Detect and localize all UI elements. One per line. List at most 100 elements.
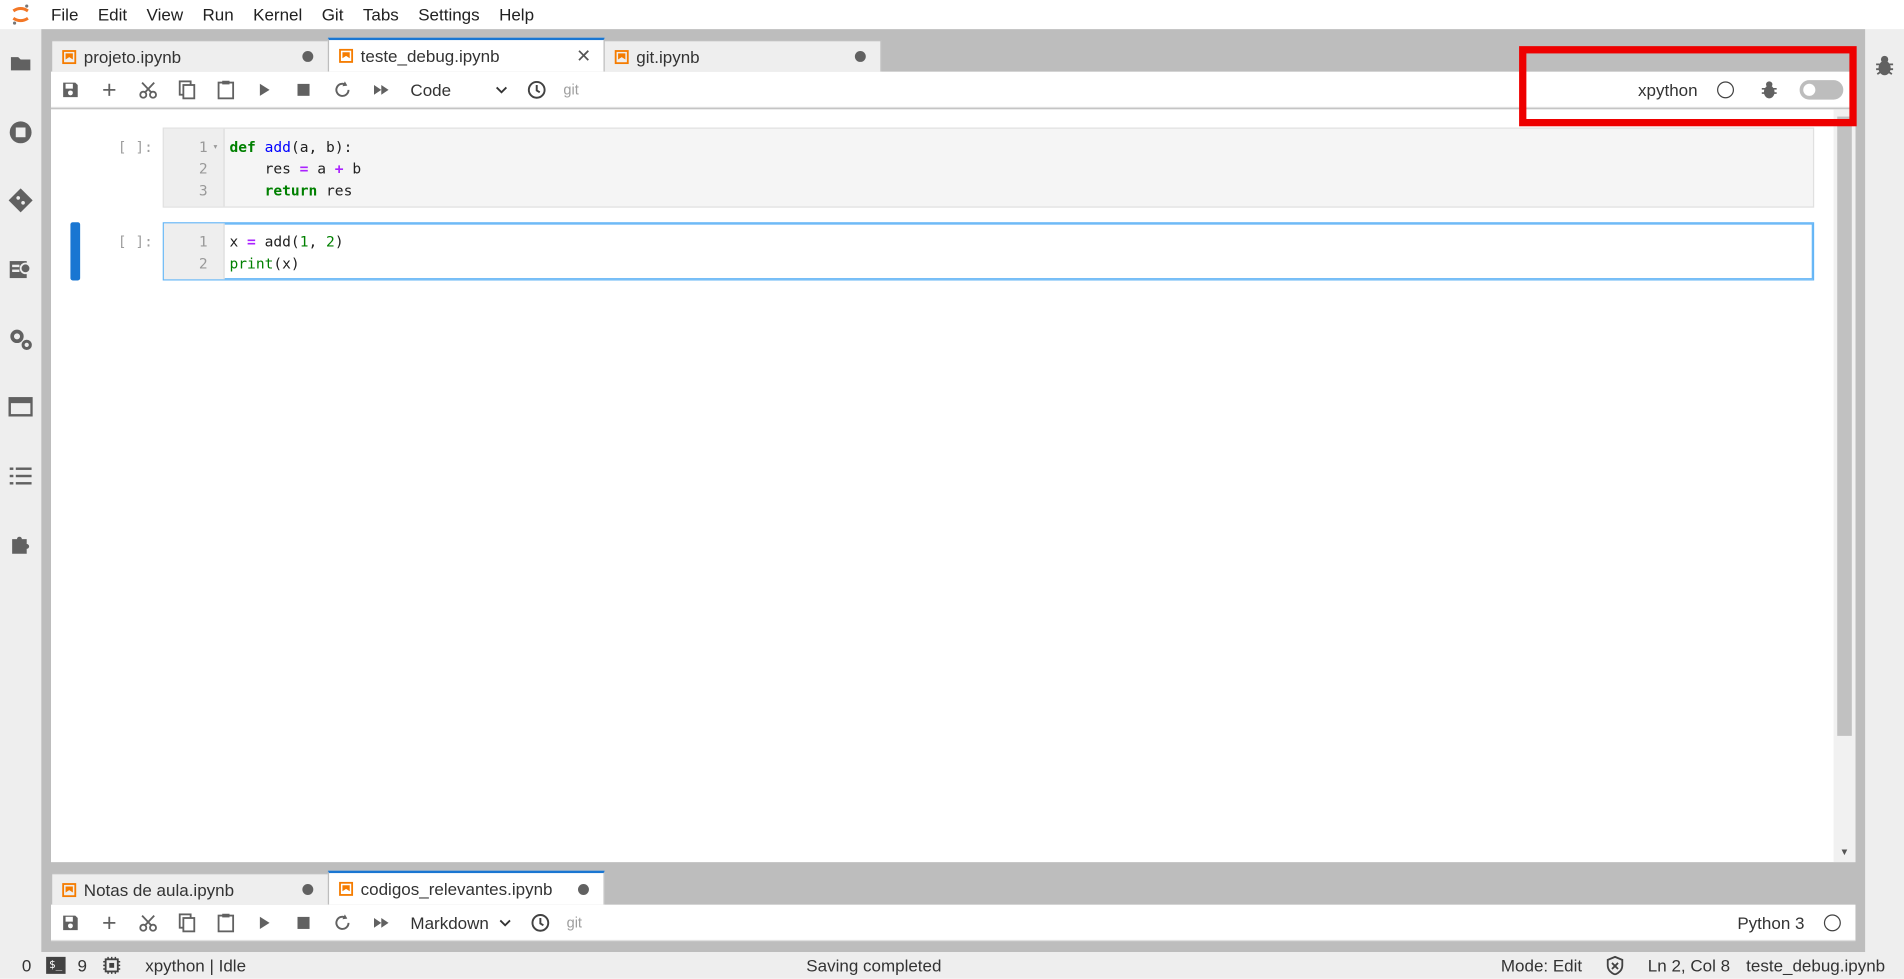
menu-tabs[interactable]: Tabs bbox=[353, 0, 408, 29]
line-number: 3 bbox=[198, 182, 208, 200]
running-icon[interactable] bbox=[9, 120, 33, 144]
line-number: 1 bbox=[198, 138, 208, 156]
current-filename: teste_debug.ipynb bbox=[1746, 955, 1886, 976]
vertical-scrollbar[interactable]: ▼ bbox=[1833, 109, 1856, 863]
unsaved-dot-icon bbox=[578, 883, 589, 895]
unsaved-dot-icon bbox=[854, 51, 866, 62]
tab-teste-debug[interactable]: teste_debug.ipynb ✕ bbox=[327, 37, 605, 72]
tab-notas-de-aula[interactable]: Notas de aula.ipynb bbox=[51, 873, 330, 905]
tab-label: codigos_relevantes.ipynb bbox=[360, 879, 553, 899]
tab-projeto[interactable]: projeto.ipynb bbox=[51, 40, 330, 72]
notebook-toolbar-bottom: Markdown git Python 3 bbox=[51, 904, 1856, 942]
stop-icon[interactable] bbox=[284, 905, 323, 939]
save-status-message: Saving completed bbox=[806, 955, 942, 976]
run-all-icon[interactable] bbox=[362, 72, 401, 106]
restart-icon[interactable] bbox=[323, 905, 362, 939]
cell-type-value: Markdown bbox=[410, 912, 489, 932]
kernel-name[interactable]: Python 3 bbox=[1737, 913, 1804, 932]
add-cell-icon[interactable] bbox=[90, 905, 129, 939]
menu-kernel[interactable]: Kernel bbox=[243, 0, 312, 29]
unsaved-dot-icon bbox=[302, 884, 314, 895]
terminal-icon: $_ bbox=[45, 956, 66, 974]
git-icon[interactable] bbox=[8, 188, 33, 213]
code-line: x = add(1, 2) bbox=[229, 233, 344, 251]
tabs-icon[interactable] bbox=[8, 395, 33, 419]
menu-run[interactable]: Run bbox=[193, 0, 244, 29]
cell-type-dropdown[interactable]: Code bbox=[401, 72, 518, 106]
cut-icon[interactable] bbox=[129, 905, 168, 939]
top-tab-bar: projeto.ipynb teste_debug.ipynb ✕ git.ip… bbox=[51, 37, 882, 72]
highlight-annotation bbox=[1519, 46, 1857, 127]
stop-icon[interactable] bbox=[284, 72, 323, 106]
scrollbar-thumb[interactable] bbox=[1837, 116, 1852, 736]
chevron-down-icon bbox=[496, 86, 508, 93]
tab-git[interactable]: git.ipynb bbox=[603, 40, 882, 72]
run-icon[interactable] bbox=[245, 72, 284, 106]
menu-help[interactable]: Help bbox=[489, 0, 543, 29]
notebook-icon bbox=[62, 49, 77, 64]
fold-arrow-icon[interactable]: ▾ bbox=[213, 141, 219, 152]
paste-icon[interactable] bbox=[206, 72, 245, 106]
notebook-panel: [ ]: 1 ▾ 2 3 def add(a, b): res = a + b … bbox=[51, 109, 1856, 863]
mode-indicator[interactable]: Mode: Edit bbox=[1501, 952, 1582, 979]
close-icon[interactable]: ✕ bbox=[576, 45, 591, 67]
property-inspector-icon[interactable] bbox=[9, 257, 33, 281]
tab-label: teste_debug.ipynb bbox=[360, 46, 500, 66]
kernel-status[interactable]: xpython | Idle bbox=[145, 952, 246, 979]
unsaved-dot-icon bbox=[302, 51, 314, 62]
menu-file[interactable]: File bbox=[41, 0, 88, 29]
debugger-sidebar-icon[interactable] bbox=[1872, 53, 1896, 77]
menu-git[interactable]: Git bbox=[312, 0, 353, 29]
clock-icon[interactable] bbox=[520, 905, 559, 939]
code-line: def add(a, b): bbox=[229, 138, 353, 156]
git-label[interactable]: git bbox=[559, 914, 589, 931]
bottom-tab-bar: Notas de aula.ipynb codigos_relevantes.i… bbox=[51, 870, 605, 905]
save-icon[interactable] bbox=[51, 72, 90, 106]
extension-settings-icon[interactable] bbox=[9, 327, 33, 351]
code-cell-editor-active[interactable]: 1 2 x = add(1, 2) print(x) bbox=[162, 222, 1815, 281]
cut-icon[interactable] bbox=[129, 72, 168, 106]
add-cell-icon[interactable] bbox=[90, 72, 129, 106]
copy-icon[interactable] bbox=[168, 72, 207, 106]
trusted-icon[interactable] bbox=[1605, 952, 1624, 979]
code-line: print(x) bbox=[229, 255, 300, 273]
cell-collapser[interactable] bbox=[70, 222, 81, 281]
run-all-icon[interactable] bbox=[362, 905, 401, 939]
chevron-down-icon bbox=[499, 919, 511, 926]
tab-label: projeto.ipynb bbox=[83, 46, 182, 67]
scroll-down-arrow-icon[interactable]: ▼ bbox=[1840, 846, 1850, 857]
folder-icon[interactable] bbox=[9, 51, 33, 75]
puzzle-icon[interactable] bbox=[9, 532, 33, 556]
code-line: return res bbox=[264, 182, 353, 200]
menu-settings[interactable]: Settings bbox=[408, 0, 489, 29]
jupyter-logo-icon[interactable] bbox=[0, 0, 41, 29]
restart-icon[interactable] bbox=[323, 72, 362, 106]
terminal-count[interactable]: 0 $_ bbox=[22, 952, 66, 979]
status-bar: 0 $_ 9 xpython | Idle Saving completed M… bbox=[0, 952, 1904, 979]
clock-icon[interactable] bbox=[517, 72, 556, 106]
code-cell-editor[interactable]: 1 ▾ 2 3 def add(a, b): res = a + b retur… bbox=[162, 127, 1815, 208]
line-number: 1 bbox=[198, 233, 208, 251]
git-label[interactable]: git bbox=[556, 81, 586, 98]
paste-icon[interactable] bbox=[206, 905, 245, 939]
code-line: res = a + b bbox=[229, 160, 362, 178]
cell-type-value: Code bbox=[410, 79, 452, 99]
cell-type-dropdown[interactable]: Markdown bbox=[401, 905, 521, 939]
line-number: 2 bbox=[198, 255, 208, 273]
tab-codigos-relevantes[interactable]: codigos_relevantes.ipynb bbox=[327, 870, 605, 905]
copy-icon[interactable] bbox=[168, 905, 207, 939]
chip-icon bbox=[102, 956, 120, 974]
menu-edit[interactable]: Edit bbox=[88, 0, 137, 29]
cursor-position[interactable]: Ln 2, Col 8 bbox=[1648, 952, 1730, 979]
right-sidebar bbox=[1865, 29, 1904, 953]
notebook-icon bbox=[614, 49, 629, 64]
toc-icon[interactable] bbox=[9, 464, 33, 488]
kernel-status-icon bbox=[1823, 913, 1841, 931]
run-icon[interactable] bbox=[245, 905, 284, 939]
save-icon[interactable] bbox=[51, 905, 90, 939]
menu-view[interactable]: View bbox=[137, 0, 193, 29]
kernel-count[interactable]: 9 bbox=[77, 952, 120, 979]
notebook-icon bbox=[339, 48, 354, 63]
cell-prompt: [ ]: bbox=[117, 233, 153, 251]
tab-label: Notas de aula.ipynb bbox=[83, 879, 235, 900]
